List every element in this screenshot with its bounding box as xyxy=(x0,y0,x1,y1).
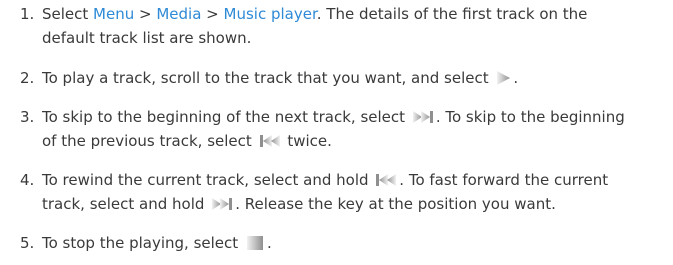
breadcrumb-separator: > xyxy=(201,5,224,23)
step-text-part: twice. xyxy=(282,132,332,150)
step-number: 2. xyxy=(20,69,35,87)
step-text-part: track, select and hold xyxy=(42,195,210,213)
step-text-part: To skip to the beginning of the next tra… xyxy=(42,108,410,126)
step-text-part: To stop the playing, select xyxy=(42,234,243,252)
step-text-part: Select xyxy=(42,5,94,23)
step-5: 5. To stop the playing, select . xyxy=(0,230,673,260)
step-number: 4. xyxy=(20,171,35,189)
step-text-part: default track list are shown. xyxy=(42,29,252,47)
step-number: 3. xyxy=(20,108,35,126)
breadcrumb-separator: > xyxy=(134,5,157,23)
music-player-link[interactable]: Music player xyxy=(224,5,317,23)
next-track-icon xyxy=(412,109,434,125)
step-text: Select Menu > Media > Music player. The … xyxy=(42,2,662,50)
step-text-part: . To fast forward the current xyxy=(399,171,609,189)
step-text-part: . To skip to the beginning xyxy=(435,108,625,126)
step-3: 3. To skip to the beginning of the next … xyxy=(0,104,673,158)
fast-forward-icon xyxy=(211,196,233,212)
step-text-part: of the previous track, select xyxy=(42,132,257,150)
step-text-part: To rewind the current track, select and … xyxy=(42,171,374,189)
rewind-icon xyxy=(375,172,397,188)
stop-icon xyxy=(245,235,265,251)
step-text-part: . The details of the first track on the xyxy=(316,5,588,23)
step-text: To stop the playing, select . xyxy=(42,231,662,255)
media-link[interactable]: Media xyxy=(156,5,201,23)
step-number: 1. xyxy=(20,5,35,23)
step-4: 4. To rewind the current track, select a… xyxy=(0,167,673,221)
menu-link[interactable]: Menu xyxy=(93,5,134,23)
step-text-part: To play a track, scroll to the track tha… xyxy=(42,69,494,87)
step-text-part: . xyxy=(266,234,272,252)
previous-track-icon xyxy=(259,133,281,149)
step-2: 2. To play a track, scroll to the track … xyxy=(0,65,673,93)
step-number: 5. xyxy=(20,234,35,252)
step-text-part: . Release the key at the position you wa… xyxy=(235,195,556,213)
step-1: 1. Select Menu > Media > Music player. T… xyxy=(0,0,673,54)
step-text: To skip to the beginning of the next tra… xyxy=(42,105,662,153)
step-text: To play a track, scroll to the track tha… xyxy=(42,66,662,90)
step-text-part: . xyxy=(513,69,519,87)
play-icon xyxy=(495,70,511,86)
step-text: To rewind the current track, select and … xyxy=(42,168,662,216)
